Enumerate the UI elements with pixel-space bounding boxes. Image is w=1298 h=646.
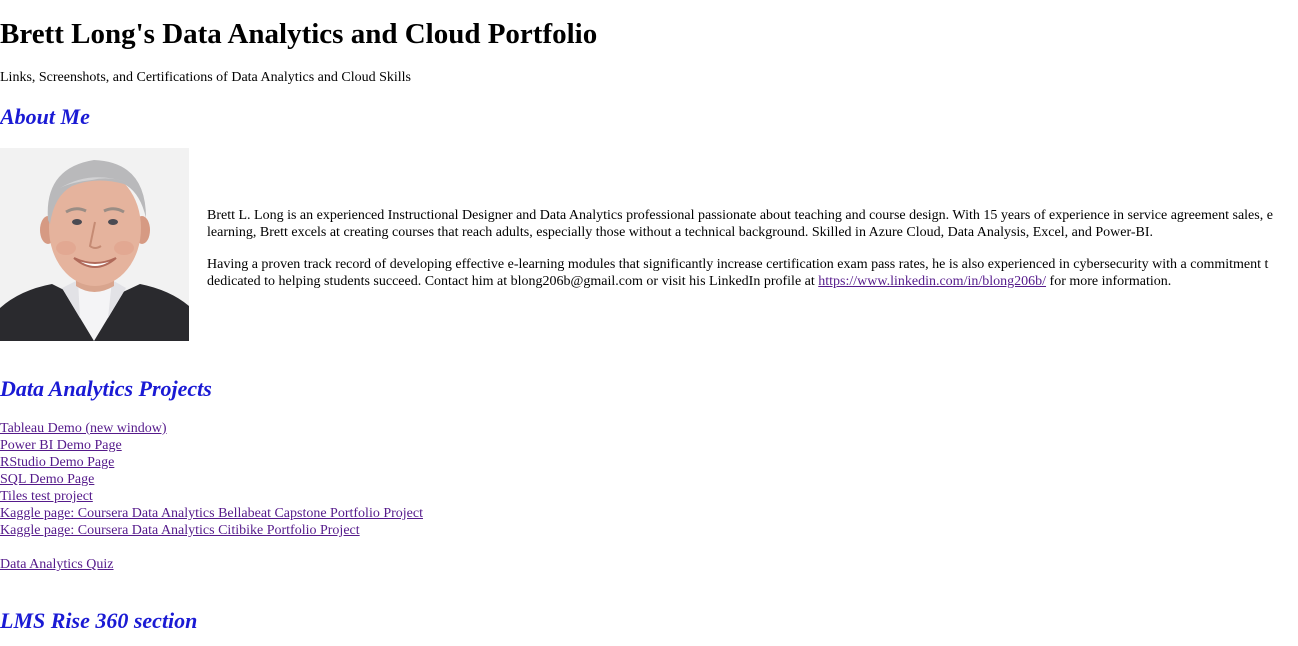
tableau-demo-link[interactable]: Tableau Demo (new window)	[0, 420, 423, 437]
bio-paragraph-2-line-2-suffix: for more information.	[1046, 274, 1172, 289]
bio-paragraph-1-line-1: Brett L. Long is an experienced Instruct…	[207, 208, 1273, 223]
page-subtitle: Links, Screenshots, and Certifications o…	[0, 70, 411, 85]
project-links-list: Tableau Demo (new window) Power BI Demo …	[0, 420, 423, 539]
portfolio-page: Brett Long's Data Analytics and Cloud Po…	[0, 0, 1298, 646]
bio-paragraph-1: Brett L. Long is an experienced Instruct…	[207, 207, 1298, 241]
about-me-bio: Brett L. Long is an experienced Instruct…	[207, 207, 1298, 290]
linkedin-link[interactable]: https://www.linkedin.com/in/blong206b/	[818, 274, 1046, 289]
profile-photo	[0, 148, 189, 341]
bio-paragraph-2: Having a proven track record of developi…	[207, 256, 1298, 290]
portrait-photo-icon	[0, 148, 189, 341]
data-analytics-projects-heading: Data Analytics Projects	[0, 376, 212, 401]
tiles-test-project-link[interactable]: Tiles test project	[0, 488, 423, 505]
rstudio-demo-link[interactable]: RStudio Demo Page	[0, 454, 423, 471]
page-title: Brett Long's Data Analytics and Cloud Po…	[0, 18, 598, 50]
kaggle-bellabeat-link[interactable]: Kaggle page: Coursera Data Analytics Bel…	[0, 505, 423, 522]
about-me-heading: About Me	[0, 104, 90, 129]
kaggle-citibike-link[interactable]: Kaggle page: Coursera Data Analytics Cit…	[0, 522, 423, 539]
bio-paragraph-2-line-2-prefix: dedicated to helping students succeed. C…	[207, 274, 819, 289]
power-bi-demo-link[interactable]: Power BI Demo Page	[0, 437, 423, 454]
bio-paragraph-1-line-2: learning, Brett excels at creating cours…	[207, 225, 1153, 240]
data-analytics-quiz-link[interactable]: Data Analytics Quiz	[0, 556, 114, 573]
bio-paragraph-2-line-1: Having a proven track record of developi…	[207, 257, 1269, 272]
lms-rise-360-heading: LMS Rise 360 section	[0, 608, 198, 633]
sql-demo-link[interactable]: SQL Demo Page	[0, 471, 423, 488]
